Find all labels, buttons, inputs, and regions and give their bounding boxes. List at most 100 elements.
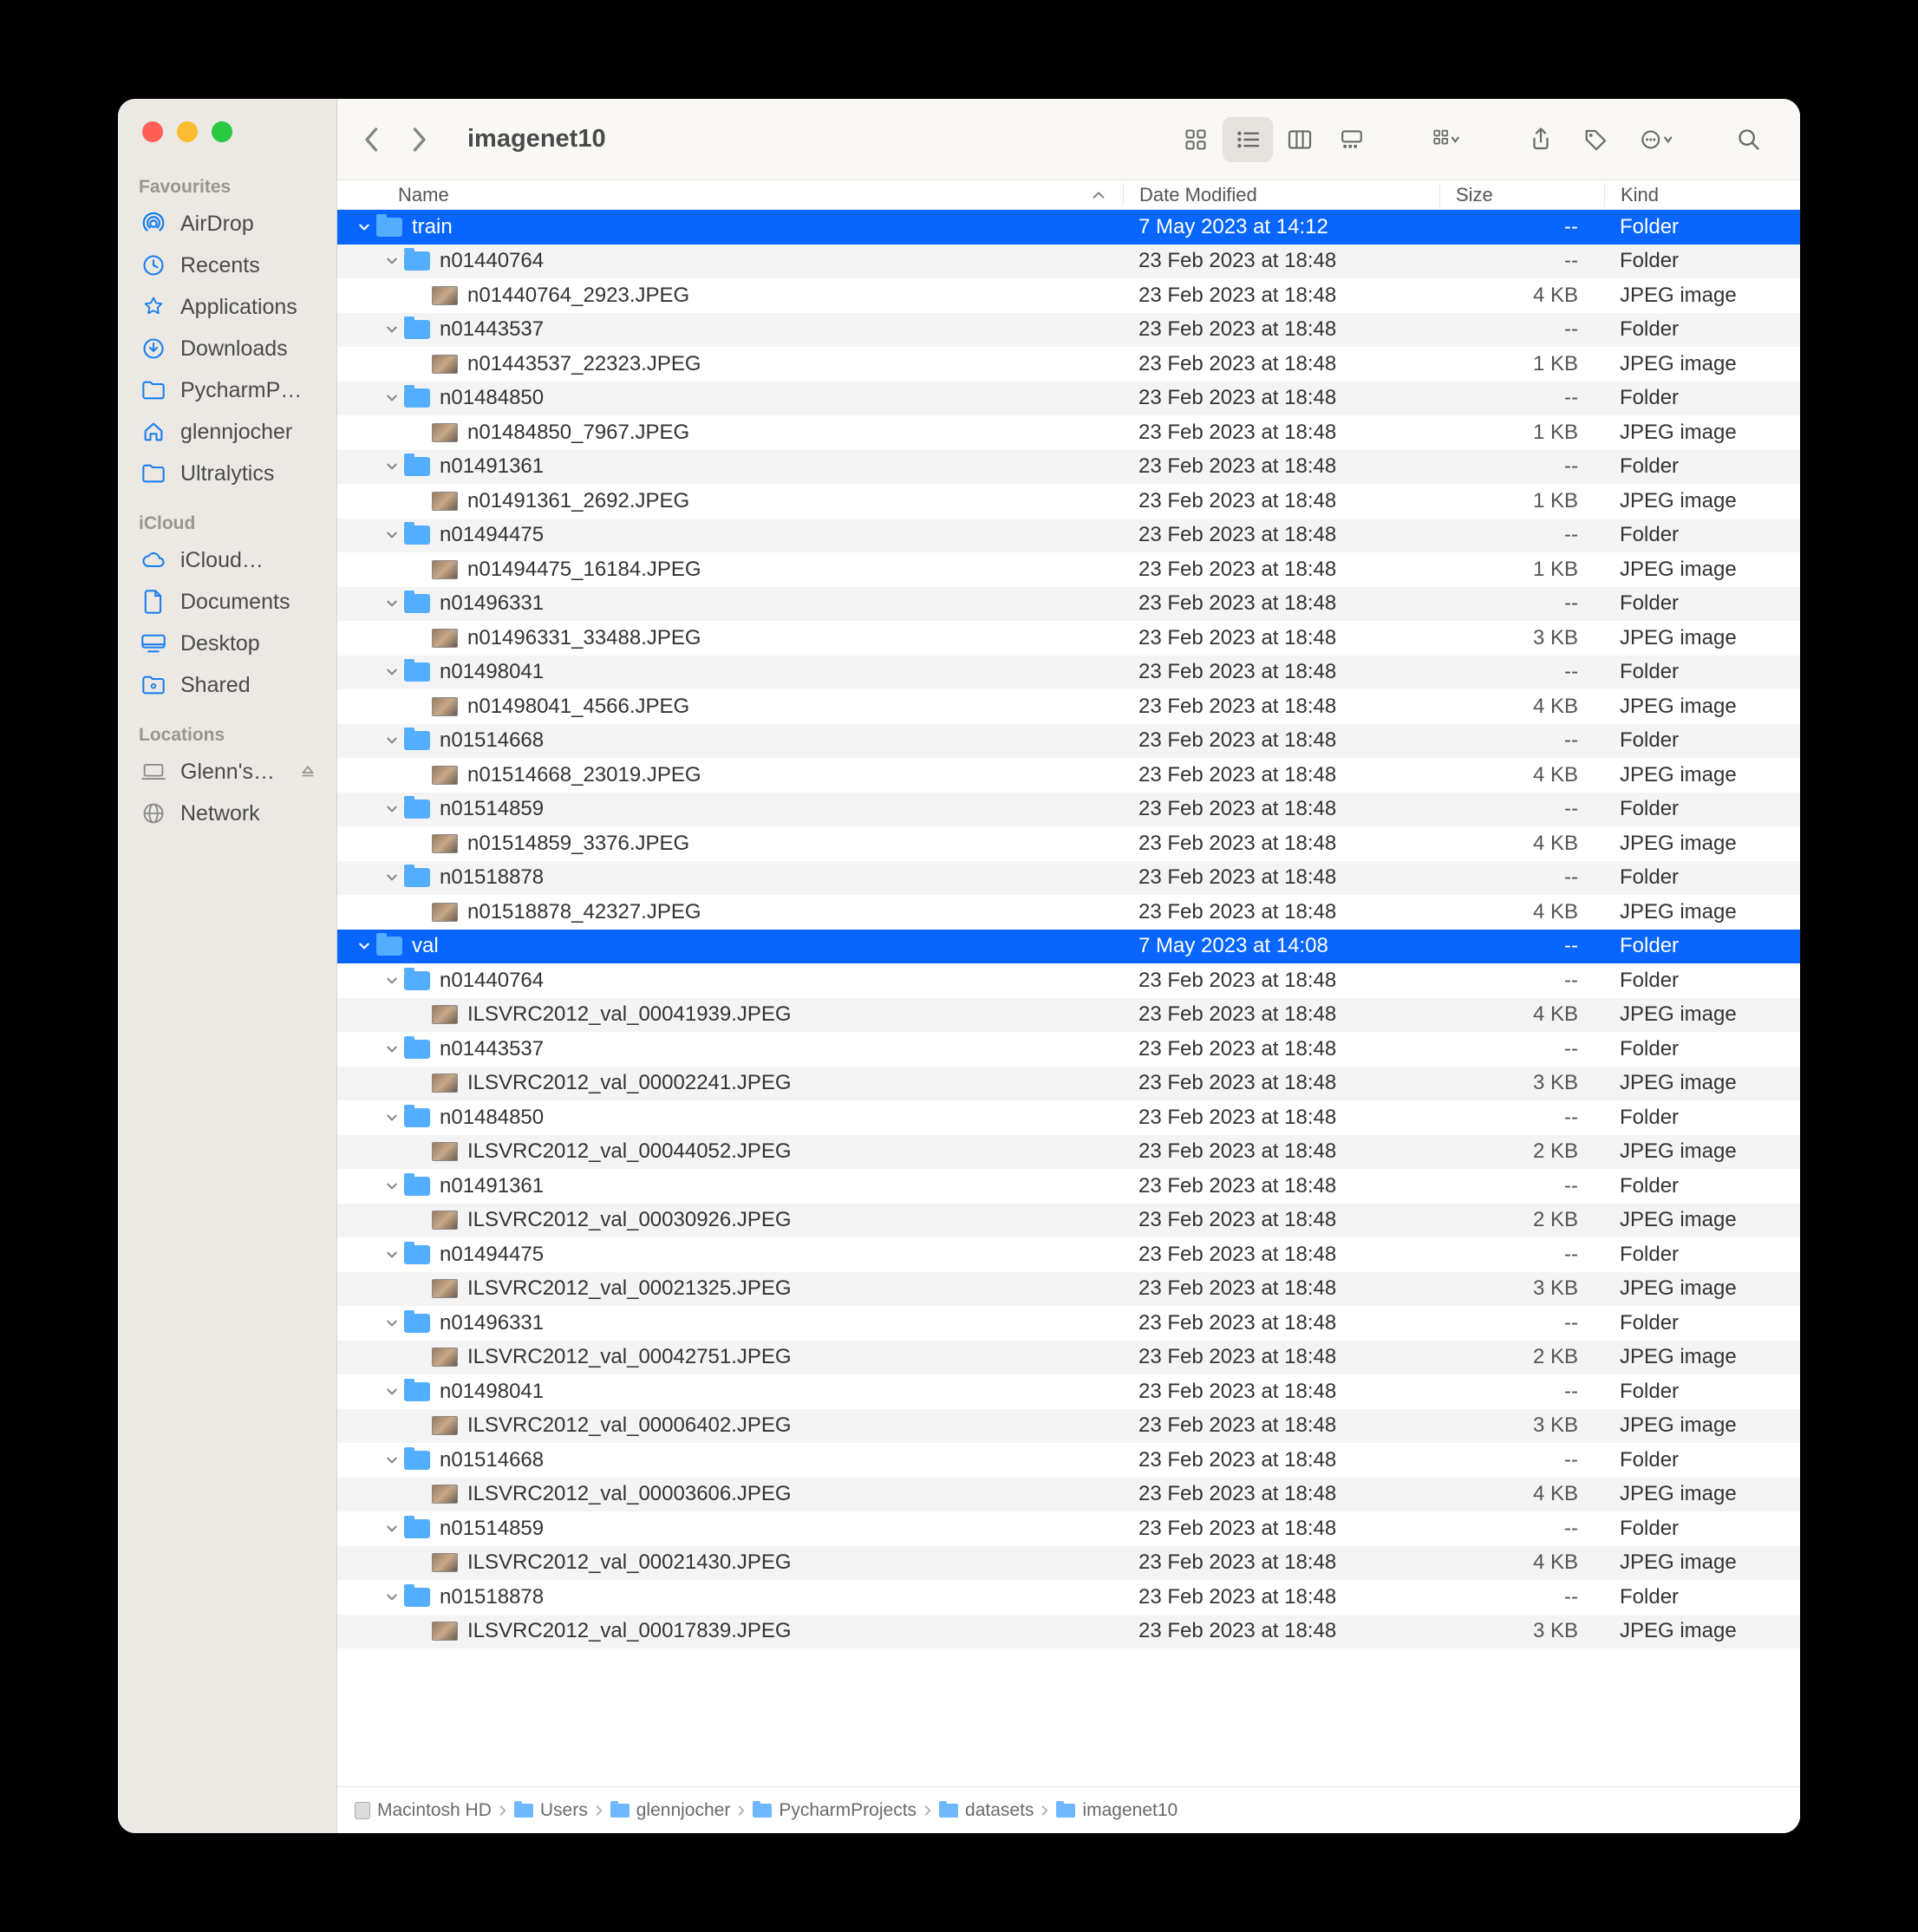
disclosure-chevron-icon[interactable] bbox=[381, 666, 403, 678]
close-window-button[interactable] bbox=[142, 121, 163, 142]
tags-button[interactable] bbox=[1571, 117, 1621, 162]
disclosure-chevron-icon[interactable] bbox=[353, 940, 375, 952]
forward-button[interactable] bbox=[398, 119, 440, 160]
folder-row[interactable]: n0151485923 Feb 2023 at 18:48--Folder bbox=[337, 793, 1800, 827]
sidebar-item-recents[interactable]: Recents bbox=[118, 245, 336, 286]
sidebar-item-network[interactable]: Network bbox=[118, 793, 336, 834]
column-view-button[interactable] bbox=[1275, 117, 1325, 162]
file-row[interactable]: ILSVRC2012_val_00006402.JPEG23 Feb 2023 … bbox=[337, 1409, 1800, 1444]
folder-row[interactable]: train7 May 2023 at 14:12--Folder bbox=[337, 210, 1800, 245]
file-list[interactable]: train7 May 2023 at 14:12--Foldern0144076… bbox=[337, 210, 1800, 1786]
file-row[interactable]: n01484850_7967.JPEG23 Feb 2023 at 18:481… bbox=[337, 415, 1800, 450]
search-button[interactable] bbox=[1724, 117, 1774, 162]
group-by-button[interactable] bbox=[1412, 117, 1481, 162]
minimize-window-button[interactable] bbox=[177, 121, 198, 142]
disclosure-chevron-icon[interactable] bbox=[381, 1043, 403, 1055]
sidebar-item-applications[interactable]: Applications bbox=[118, 286, 336, 328]
breadcrumb-item[interactable]: datasets bbox=[939, 1800, 1034, 1821]
column-header-kind[interactable]: Kind bbox=[1604, 184, 1800, 206]
file-row[interactable]: n01514668_23019.JPEG23 Feb 2023 at 18:48… bbox=[337, 758, 1800, 793]
folder-row[interactable]: n0149447523 Feb 2023 at 18:48--Folder bbox=[337, 519, 1800, 553]
zoom-window-button[interactable] bbox=[212, 121, 232, 142]
file-row[interactable]: n01498041_4566.JPEG23 Feb 2023 at 18:484… bbox=[337, 689, 1800, 724]
folder-row[interactable]: n0151887823 Feb 2023 at 18:48--Folder bbox=[337, 861, 1800, 896]
sidebar-item-airdrop[interactable]: AirDrop bbox=[118, 203, 336, 245]
file-row[interactable]: ILSVRC2012_val_00044052.JPEG23 Feb 2023 … bbox=[337, 1135, 1800, 1170]
folder-row[interactable]: n0144353723 Feb 2023 at 18:48--Folder bbox=[337, 313, 1800, 348]
breadcrumb-item[interactable]: PycharmProjects bbox=[753, 1800, 917, 1821]
disclosure-chevron-icon[interactable] bbox=[381, 323, 403, 336]
disclosure-chevron-icon[interactable] bbox=[381, 1180, 403, 1192]
folder-row[interactable]: n0144076423 Feb 2023 at 18:48--Folder bbox=[337, 963, 1800, 998]
disclosure-chevron-icon[interactable] bbox=[381, 1249, 403, 1261]
folder-row[interactable]: n0149136123 Feb 2023 at 18:48--Folder bbox=[337, 450, 1800, 485]
folder-row[interactable]: n0149633123 Feb 2023 at 18:48--Folder bbox=[337, 587, 1800, 622]
file-row[interactable]: n01440764_2923.JPEG23 Feb 2023 at 18:484… bbox=[337, 278, 1800, 313]
disclosure-chevron-icon[interactable] bbox=[353, 221, 375, 233]
disclosure-chevron-icon[interactable] bbox=[381, 975, 403, 987]
sidebar-item-documents[interactable]: Documents bbox=[118, 581, 336, 623]
folder-row[interactable]: n0151485923 Feb 2023 at 18:48--Folder bbox=[337, 1511, 1800, 1546]
folder-row[interactable]: n0151466823 Feb 2023 at 18:48--Folder bbox=[337, 1443, 1800, 1478]
breadcrumb-item[interactable]: glennjocher bbox=[610, 1800, 731, 1821]
file-row[interactable]: n01491361_2692.JPEG23 Feb 2023 at 18:481… bbox=[337, 484, 1800, 519]
file-row[interactable]: ILSVRC2012_val_00041939.JPEG23 Feb 2023 … bbox=[337, 998, 1800, 1033]
file-row[interactable]: ILSVRC2012_val_00017839.JPEG23 Feb 2023 … bbox=[337, 1615, 1800, 1649]
folder-row[interactable]: n0149136123 Feb 2023 at 18:48--Folder bbox=[337, 1169, 1800, 1204]
breadcrumb-item[interactable]: Users bbox=[514, 1800, 588, 1821]
column-header-name[interactable]: Name bbox=[398, 184, 1123, 206]
icon-view-button[interactable] bbox=[1171, 117, 1221, 162]
eject-icon[interactable] bbox=[300, 764, 316, 780]
list-view-button[interactable] bbox=[1223, 117, 1273, 162]
disclosure-chevron-icon[interactable] bbox=[381, 1317, 403, 1329]
file-row[interactable]: n01514859_3376.JPEG23 Feb 2023 at 18:484… bbox=[337, 826, 1800, 861]
disclosure-chevron-icon[interactable] bbox=[381, 734, 403, 747]
sidebar-item-glenns[interactable]: Glenn's… bbox=[118, 751, 336, 793]
file-row[interactable]: n01496331_33488.JPEG23 Feb 2023 at 18:48… bbox=[337, 621, 1800, 656]
column-header-date[interactable]: Date Modified bbox=[1123, 184, 1439, 206]
folder-row[interactable]: n0149633123 Feb 2023 at 18:48--Folder bbox=[337, 1306, 1800, 1341]
disclosure-chevron-icon[interactable] bbox=[381, 1523, 403, 1535]
file-row[interactable]: ILSVRC2012_val_00042751.JPEG23 Feb 2023 … bbox=[337, 1341, 1800, 1375]
sidebar-item-shared[interactable]: Shared bbox=[118, 664, 336, 706]
disclosure-chevron-icon[interactable] bbox=[381, 1386, 403, 1398]
folder-row[interactable]: n0144353723 Feb 2023 at 18:48--Folder bbox=[337, 1032, 1800, 1067]
sidebar-item-desktop[interactable]: Desktop bbox=[118, 623, 336, 664]
disclosure-chevron-icon[interactable] bbox=[381, 529, 403, 541]
file-row[interactable]: ILSVRC2012_val_00021430.JPEG23 Feb 2023 … bbox=[337, 1546, 1800, 1581]
gallery-view-button[interactable] bbox=[1327, 117, 1377, 162]
more-actions-button[interactable] bbox=[1627, 117, 1689, 162]
disclosure-chevron-icon[interactable] bbox=[381, 597, 403, 610]
sidebar-item-iclouddrive[interactable]: iCloud… bbox=[118, 539, 336, 581]
file-row[interactable]: ILSVRC2012_val_00002241.JPEG23 Feb 2023 … bbox=[337, 1067, 1800, 1101]
breadcrumb-item[interactable]: Macintosh HD bbox=[355, 1800, 492, 1821]
disclosure-chevron-icon[interactable] bbox=[381, 460, 403, 473]
file-row[interactable]: n01494475_16184.JPEG23 Feb 2023 at 18:48… bbox=[337, 552, 1800, 587]
folder-row[interactable]: n0149804123 Feb 2023 at 18:48--Folder bbox=[337, 1374, 1800, 1409]
folder-row[interactable]: n0144076423 Feb 2023 at 18:48--Folder bbox=[337, 245, 1800, 279]
file-row[interactable]: ILSVRC2012_val_00021325.JPEG23 Feb 2023 … bbox=[337, 1272, 1800, 1307]
column-header-size[interactable]: Size bbox=[1439, 184, 1604, 206]
folder-row[interactable]: n0148485023 Feb 2023 at 18:48--Folder bbox=[337, 382, 1800, 416]
sidebar-item-ultralytics[interactable]: Ultralytics bbox=[118, 453, 336, 494]
folder-row[interactable]: val7 May 2023 at 14:08--Folder bbox=[337, 930, 1800, 964]
share-button[interactable] bbox=[1516, 117, 1566, 162]
folder-row[interactable]: n0151887823 Feb 2023 at 18:48--Folder bbox=[337, 1580, 1800, 1615]
disclosure-chevron-icon[interactable] bbox=[381, 803, 403, 815]
file-row[interactable]: n01518878_42327.JPEG23 Feb 2023 at 18:48… bbox=[337, 895, 1800, 930]
sidebar-item-pycharm[interactable]: PycharmP… bbox=[118, 369, 336, 411]
file-row[interactable]: ILSVRC2012_val_00030926.JPEG23 Feb 2023 … bbox=[337, 1204, 1800, 1238]
breadcrumb-item[interactable]: imagenet10 bbox=[1056, 1800, 1178, 1821]
folder-row[interactable]: n0149447523 Feb 2023 at 18:48--Folder bbox=[337, 1237, 1800, 1272]
disclosure-chevron-icon[interactable] bbox=[381, 255, 403, 267]
disclosure-chevron-icon[interactable] bbox=[381, 392, 403, 404]
folder-row[interactable]: n0148485023 Feb 2023 at 18:48--Folder bbox=[337, 1100, 1800, 1135]
disclosure-chevron-icon[interactable] bbox=[381, 871, 403, 884]
disclosure-chevron-icon[interactable] bbox=[381, 1112, 403, 1124]
disclosure-chevron-icon[interactable] bbox=[381, 1454, 403, 1466]
file-row[interactable]: ILSVRC2012_val_00003606.JPEG23 Feb 2023 … bbox=[337, 1478, 1800, 1512]
folder-row[interactable]: n0149804123 Feb 2023 at 18:48--Folder bbox=[337, 656, 1800, 690]
back-button[interactable] bbox=[351, 119, 393, 160]
disclosure-chevron-icon[interactable] bbox=[381, 1591, 403, 1603]
sidebar-item-downloads[interactable]: Downloads bbox=[118, 328, 336, 369]
